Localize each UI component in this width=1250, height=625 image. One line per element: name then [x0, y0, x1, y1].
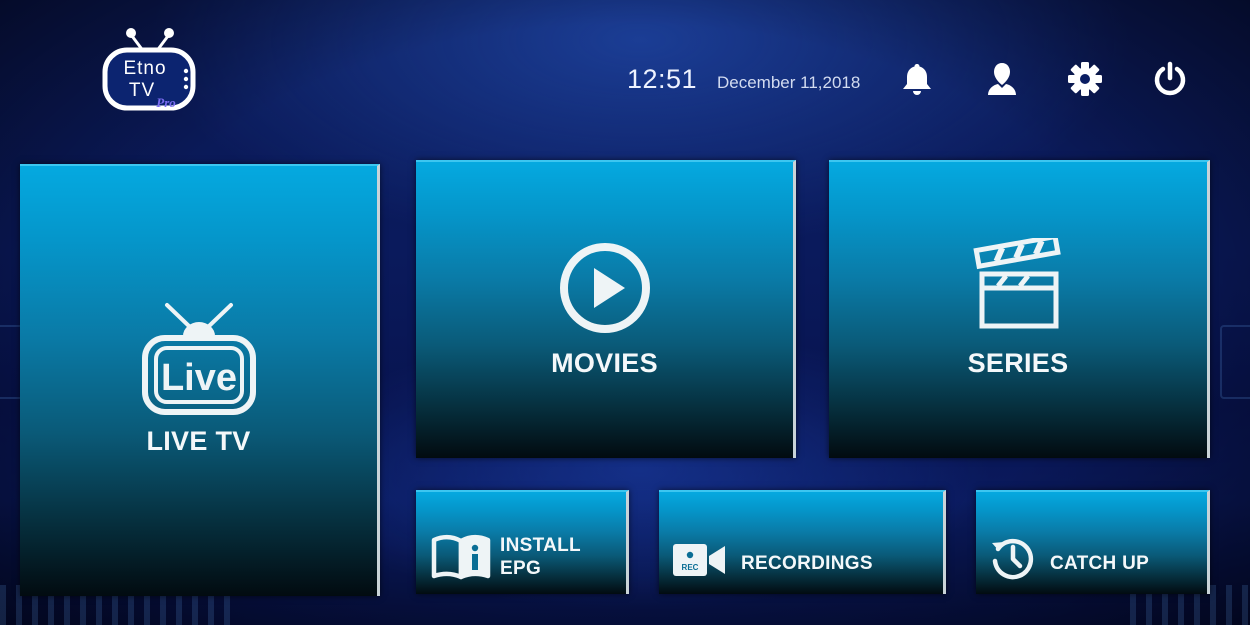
side-panel-decoration — [1220, 325, 1250, 399]
play-circle-icon — [559, 243, 650, 333]
movies-tile[interactable]: MOVIES — [416, 160, 796, 458]
clapperboard-icon — [973, 238, 1061, 329]
rec-icon-text: REC — [682, 563, 699, 572]
logo-text-tv: TV — [129, 80, 155, 101]
live-tv-tile[interactable]: Live LIVE TV — [20, 164, 380, 596]
recordings-tile[interactable]: REC RECORDINGS — [659, 490, 946, 594]
install-epg-label: INSTALL EPG — [500, 534, 581, 580]
live-tv-icon: Live — [141, 303, 256, 415]
history-clock-icon — [992, 538, 1034, 579]
etno-tv-logo: Etno TV Pro — [100, 16, 200, 112]
install-epg-label-line2: EPG — [500, 558, 542, 579]
notifications-button[interactable] — [898, 60, 936, 98]
catch-up-tile[interactable]: CATCH UP — [976, 490, 1210, 594]
user-profile-button[interactable] — [983, 60, 1021, 98]
logo-badge-pro: Pro — [156, 95, 176, 110]
power-button[interactable] — [1151, 60, 1189, 98]
bell-icon — [903, 64, 931, 95]
logo-text-etno: Etno — [123, 58, 166, 79]
gear-icon — [1068, 62, 1102, 96]
user-icon — [988, 63, 1016, 95]
install-epg-tile[interactable]: INSTALL EPG — [416, 490, 629, 594]
live-tv-label: LIVE TV — [146, 426, 251, 456]
movies-label: MOVIES — [551, 348, 658, 378]
clock-time: 12:51 — [627, 64, 698, 94]
power-icon — [1154, 61, 1186, 96]
current-date: December 11,2018 — [717, 73, 861, 92]
series-label: SERIES — [967, 348, 1069, 378]
book-info-icon — [431, 534, 491, 579]
rec-camera-icon: REC — [673, 544, 725, 576]
settings-button[interactable] — [1066, 60, 1104, 98]
live-icon-text: Live — [160, 357, 236, 399]
series-tile[interactable]: SERIES — [829, 160, 1210, 458]
install-epg-label-line1: INSTALL — [500, 535, 581, 556]
recordings-label: RECORDINGS — [741, 552, 873, 574]
catch-up-label: CATCH UP — [1050, 552, 1150, 574]
